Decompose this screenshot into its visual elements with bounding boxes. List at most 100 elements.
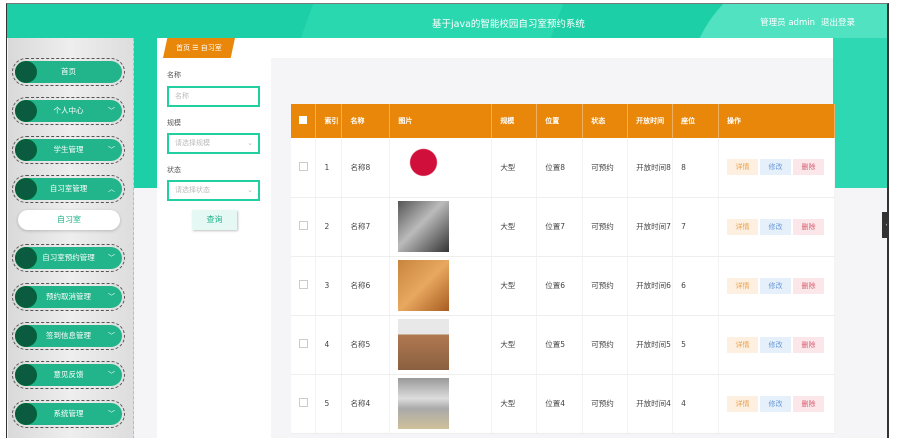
sidebar-item[interactable]: 自习室管理 ︿	[12, 175, 125, 203]
room-image	[398, 319, 450, 370]
edit-button[interactable]: 修改	[760, 218, 792, 235]
row-checkbox[interactable]	[299, 161, 308, 171]
table-row: 3 名称6 大型 位置6 可预约 开放时间6 6 详情 修改 删除	[291, 256, 835, 316]
room-image	[398, 141, 450, 193]
breadcrumb-home[interactable]: 首页	[176, 44, 190, 52]
sidebar-item[interactable]: 自习室预约管理 ﹀	[12, 244, 125, 272]
row-checkbox[interactable]	[299, 339, 308, 348]
filter-panel: 名称 名称 规模 请选择规模 ⌄ 状态 请选择状态 ⌄ 查询	[157, 58, 271, 438]
breadcrumb-bar: 首页 ☰ 自习室	[157, 38, 833, 58]
edit-button[interactable]: 修改	[760, 277, 792, 294]
edit-button[interactable]: 修改	[760, 395, 792, 412]
query-button[interactable]: 查询	[192, 210, 237, 230]
sidebar-item-pill: 签到信息管理 ﹀	[15, 325, 122, 347]
select-all-checkbox[interactable]	[299, 116, 307, 124]
cell-index: 5	[315, 374, 343, 434]
detail-button[interactable]: 详情	[727, 336, 759, 353]
detail-button[interactable]: 详情	[727, 218, 759, 235]
edit-button[interactable]: 修改	[760, 159, 792, 176]
cell-status: 可预约	[582, 374, 629, 434]
table-row: 4 名称5 大型 位置5 可预约 开放时间5 5 详情 修改 删除	[291, 315, 835, 375]
header: 基于java的智能校园自习室预约系统 管理员 admin 退出登录	[7, 4, 887, 38]
sidebar-item[interactable]: 意见反馈 ﹀	[12, 361, 125, 389]
cell-seats: 4	[672, 374, 720, 434]
collapse-handle-chevron-left-icon[interactable]: ‹	[882, 212, 887, 238]
row-checkbox[interactable]	[299, 398, 308, 407]
chevron-icon: ﹀	[108, 146, 115, 154]
cell-seats: 7	[672, 197, 720, 257]
circle-icon	[15, 139, 37, 161]
sidebar-item[interactable]: 个人中心 ﹀	[12, 97, 125, 125]
study-room-table: 索引 名称 图片 规模 位置 状态 开放时间 座位 操作 1 名称8 大型 位置8 可预约 开放…	[291, 104, 835, 434]
cell-status: 可预约	[582, 138, 629, 198]
sidebar-item-label: 签到信息管理	[46, 331, 91, 340]
column-header-label: 位置	[545, 117, 560, 125]
cell-index: 2	[315, 197, 343, 257]
scale-select[interactable]: 请选择规模 ⌄	[167, 133, 260, 154]
column-header-label: 开放时间	[636, 117, 665, 125]
sidebar-item-label: 自习室预约管理	[42, 253, 95, 262]
sidebar-item-label: 个人中心	[53, 106, 84, 115]
detail-button[interactable]: 详情	[727, 395, 759, 412]
cell-open-time: 开放时间8	[627, 138, 674, 198]
sidebar-item-pill: 自习室管理 ︿	[15, 178, 122, 200]
scale-placeholder: 请选择规模	[175, 139, 210, 147]
cell-seats: 5	[672, 315, 720, 375]
column-header-label: 索引	[324, 117, 339, 125]
sidebar-item-pill: 预约取消管理 ﹀	[15, 286, 122, 308]
sidebar-item-label: 学生管理	[53, 145, 84, 154]
detail-button[interactable]: 详情	[727, 159, 759, 176]
sidebar-item-label: 意见反馈	[53, 370, 84, 379]
column-header-label: 操作	[727, 117, 742, 125]
cell-index: 4	[315, 315, 343, 375]
sidebar-item[interactable]: 预约取消管理 ﹀	[12, 283, 125, 311]
sidebar-item[interactable]: 首页	[12, 58, 125, 86]
row-checkbox[interactable]	[299, 221, 308, 230]
table-row: 2 名称7 大型 位置7 可预约 开放时间7 7 详情 修改 删除	[291, 197, 835, 257]
table-row: 1 名称8 大型 位置8 可预约 开放时间8 8 详情 修改 删除	[291, 138, 835, 198]
circle-icon	[15, 100, 37, 122]
sidebar-item-pill: 自习室预约管理 ﹀	[15, 247, 122, 269]
column-header: 名称	[341, 104, 391, 138]
name-input[interactable]: 名称	[167, 86, 260, 107]
room-image	[398, 201, 450, 252]
sidebar-subitem-study-room[interactable]: 自习室	[18, 210, 120, 230]
row-checkbox[interactable]	[299, 280, 308, 289]
detail-button[interactable]: 详情	[727, 277, 759, 294]
main-content: 首页 ☰ 自习室 名称 名称 规模 请选择规模⌄ 状态 请选择状态⌄ 查询 新增…	[157, 38, 835, 438]
logout-link[interactable]: 退出登录	[821, 18, 855, 28]
sidebar-item-pill: 意见反馈 ﹀	[15, 364, 122, 386]
column-header: 图片	[389, 104, 493, 138]
status-select[interactable]: 请选择状态 ⌄	[167, 180, 260, 201]
row-delete-button[interactable]: 删除	[793, 218, 825, 235]
row-delete-button[interactable]: 删除	[793, 395, 825, 412]
cell-status: 可预约	[582, 197, 629, 257]
cell-location: 位置4	[536, 374, 584, 434]
circle-icon	[15, 325, 37, 347]
cell-location: 位置5	[536, 315, 584, 375]
cell-location: 位置8	[536, 138, 584, 198]
row-delete-button[interactable]: 删除	[793, 277, 825, 294]
cell-scale: 大型	[491, 256, 538, 316]
cell-scale: 大型	[491, 197, 538, 257]
row-delete-button[interactable]: 删除	[793, 159, 825, 176]
sidebar: 自习室 首页 个人中心 ﹀ 学生管理 ﹀ 自习室管理 ︿ 自习室预约管理 ﹀ 预约取消管理 ﹀ 签到信…	[8, 38, 134, 438]
column-header: 操作	[718, 104, 835, 138]
status-label: 状态	[167, 166, 181, 174]
chevron-icon: ﹀	[108, 332, 115, 340]
user-label: 管理员 admin	[760, 18, 815, 28]
table-row: 5 名称4 大型 位置4 可预约 开放时间4 4 详情 修改 删除	[291, 374, 835, 434]
row-delete-button[interactable]: 删除	[793, 336, 825, 353]
edit-button[interactable]: 修改	[760, 336, 792, 353]
cell-index: 1	[315, 138, 343, 198]
sidebar-item[interactable]: 系统管理 ﹀	[12, 400, 125, 428]
chevron-icon: ﹀	[108, 254, 115, 262]
cell-status: 可预约	[582, 256, 629, 316]
cell-location: 位置6	[536, 256, 584, 316]
cell-open-time: 开放时间5	[627, 315, 674, 375]
chevron-icon: ︿	[108, 185, 115, 193]
cell-open-time: 开放时间4	[627, 374, 674, 434]
sidebar-item[interactable]: 签到信息管理 ﹀	[12, 322, 125, 350]
cell-scale: 大型	[491, 315, 538, 375]
sidebar-item[interactable]: 学生管理 ﹀	[12, 136, 125, 164]
